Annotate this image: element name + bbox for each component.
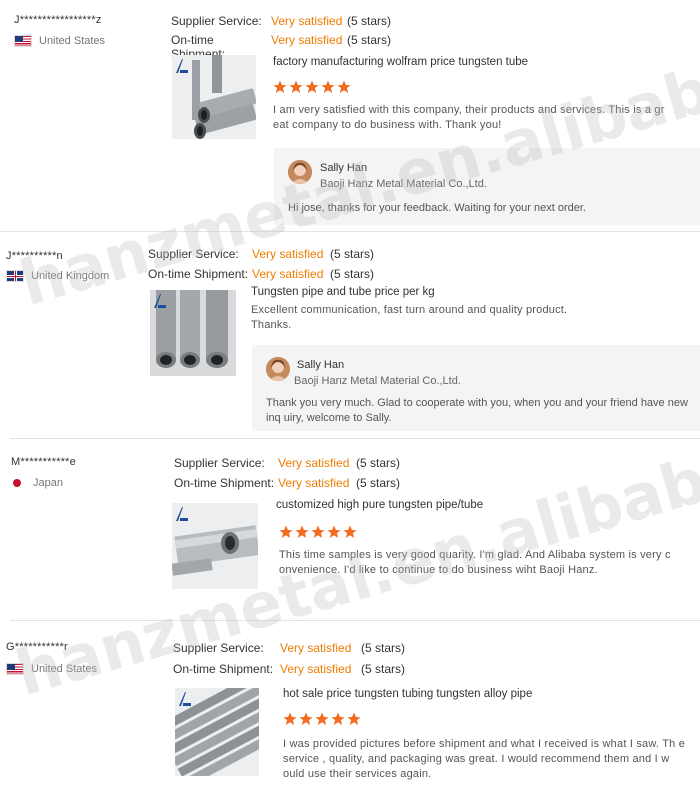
reply-author-name: Sally Han <box>297 359 345 371</box>
supplier-service-stars: (5 stars) <box>347 14 392 28</box>
star-icon <box>321 80 335 93</box>
supplier-service-label: Supplier Service: <box>174 456 265 470</box>
reply-company: Baoji Hanz Metal Material Co.,Ltd. <box>294 375 461 387</box>
country-label: United States <box>31 663 98 675</box>
buyer-country: United Kingdom <box>6 270 109 282</box>
divider <box>10 438 700 439</box>
star-rating <box>279 525 357 539</box>
review-comment: Excellent communication, fast turn aroun… <box>251 303 671 333</box>
supplier-service-label: Supplier Service: <box>171 14 262 28</box>
star-icon <box>289 80 303 93</box>
avatar <box>288 160 312 184</box>
star-icon <box>305 80 319 93</box>
shipment-stars: (5 stars) <box>361 662 406 676</box>
supplier-service-rating: Supplier Service: Very satisfied (5 star… <box>174 456 400 470</box>
star-icon <box>295 525 309 538</box>
buyer-name: J*****************z <box>14 14 102 26</box>
star-icon <box>327 525 341 538</box>
comment-line: Thanks. <box>251 319 292 331</box>
supplier-service-value: Very satisfied <box>271 14 343 28</box>
supplier-service-label: Supplier Service: <box>148 247 239 261</box>
star-icon <box>283 712 297 725</box>
buyer-name: G***********r <box>6 641 68 653</box>
star-icon <box>337 80 351 93</box>
review-comment: This time samples is very good quarity. … <box>279 549 671 576</box>
shipment-stars: (5 stars) <box>356 476 401 490</box>
reply-company: Baoji Hanz Metal Material Co.,Ltd. <box>320 178 487 190</box>
shipment-rating: On-time Shipment: Very satisfied (5 star… <box>173 662 405 676</box>
star-icon <box>299 712 313 725</box>
supplier-service-stars: (5 stars) <box>361 641 406 655</box>
supplier-service-stars: (5 stars) <box>356 456 401 470</box>
star-rating <box>273 80 351 94</box>
product-title[interactable]: Tungsten pipe and tube price per kg <box>251 286 435 298</box>
shipment-rating: On-time Shipment: Very satisfied (5 star… <box>174 476 400 490</box>
country-label: United Kingdom <box>31 270 110 282</box>
shipment-value: Very satisfied <box>252 267 324 281</box>
shipment-value: Very satisfied <box>280 662 352 676</box>
product-title[interactable]: customized high pure tungsten pipe/tube <box>276 499 483 511</box>
product-thumbnail[interactable] <box>172 503 258 589</box>
hanz-logo-icon <box>154 294 166 308</box>
reply-author-name: Sally Han <box>320 162 368 174</box>
buyer-country: United States <box>14 35 105 47</box>
hanz-logo-icon <box>179 692 191 706</box>
avatar <box>266 357 290 381</box>
hanz-logo-icon <box>176 507 188 521</box>
us-flag-icon <box>6 663 24 675</box>
reply-text: Thank you very much. Glad to cooperate w… <box>266 397 688 424</box>
star-icon <box>279 525 293 538</box>
product-title[interactable]: hot sale price tungsten tubing tungsten … <box>283 688 532 700</box>
country-label: United States <box>39 35 106 47</box>
buyer-name: J**********n <box>6 250 63 262</box>
supplier-service-label: Supplier Service: <box>173 641 264 655</box>
shipment-rating: On-time Shipment: Very satisfied (5 star… <box>148 267 374 281</box>
star-icon <box>311 525 325 538</box>
shipment-value: Very satisfied <box>278 476 350 490</box>
country-label: Japan <box>33 477 63 489</box>
star-icon <box>343 525 357 538</box>
buyer-country: United States <box>6 663 97 675</box>
product-thumbnail[interactable] <box>150 290 236 376</box>
review-comment: I was provided pictures before shipment … <box>283 738 686 780</box>
supplier-service-value: Very satisfied <box>252 247 324 261</box>
star-icon <box>347 712 361 725</box>
shipment-label: On-time Shipment: <box>148 267 249 281</box>
comment-line: Excellent communication, fast turn aroun… <box>251 304 568 316</box>
supplier-service-rating: Supplier Service: Very satisfied (5 star… <box>171 14 391 28</box>
reply-text: Hi jose, thanks for your feedback. Waiti… <box>288 202 586 214</box>
buyer-country: Japan <box>11 477 63 489</box>
star-icon <box>273 80 287 93</box>
divider <box>0 231 700 232</box>
star-rating <box>283 712 361 726</box>
uk-flag-icon <box>6 270 24 282</box>
product-thumbnail[interactable] <box>175 688 259 776</box>
hanz-logo-icon <box>176 59 188 73</box>
star-icon <box>331 712 345 725</box>
shipment-label: On-time Shipment: <box>173 662 274 676</box>
star-icon <box>315 712 329 725</box>
supplier-reply: Sally Han Baoji Hanz Metal Material Co.,… <box>252 345 700 431</box>
supplier-reply: Sally Han Baoji Hanz Metal Material Co.,… <box>274 148 700 225</box>
shipment-stars: (5 stars) <box>330 267 375 281</box>
supplier-service-value: Very satisfied <box>278 456 350 470</box>
supplier-service-rating: Supplier Service: Very satisfied (5 star… <box>173 641 405 655</box>
supplier-service-value: Very satisfied <box>280 641 352 655</box>
supplier-service-stars: (5 stars) <box>330 247 375 261</box>
shipment-label: On-time Shipment: <box>174 476 275 490</box>
product-title[interactable]: factory manufacturing wolfram price tung… <box>273 56 528 68</box>
buyer-name: M***********e <box>11 456 76 468</box>
supplier-service-rating: Supplier Service: Very satisfied (5 star… <box>148 247 374 261</box>
us-flag-icon <box>14 35 32 47</box>
review-comment: I am very satisfied with this company, t… <box>273 104 665 131</box>
japan-flag-icon <box>13 479 21 487</box>
product-thumbnail[interactable] <box>172 55 256 139</box>
divider <box>10 620 700 621</box>
